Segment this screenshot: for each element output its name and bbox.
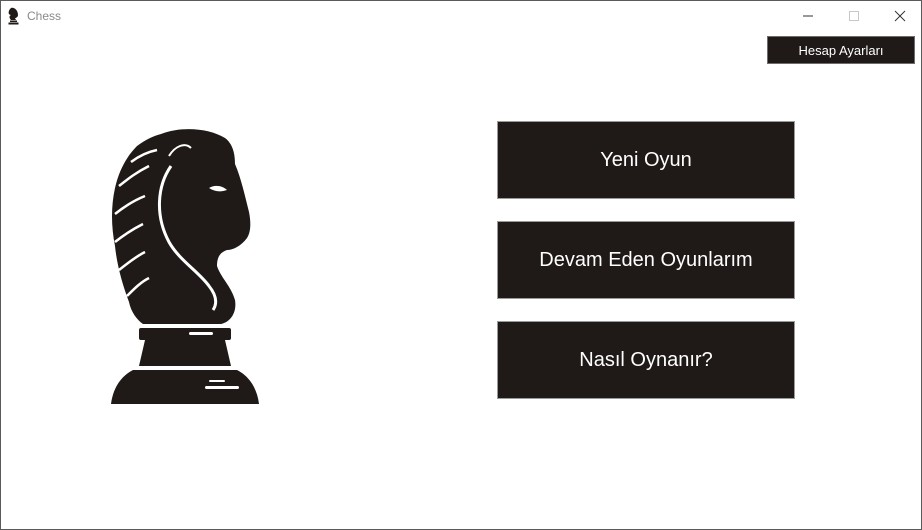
new-game-button[interactable]: Yeni Oyun bbox=[497, 121, 795, 199]
chess-knight-logo bbox=[109, 126, 261, 408]
title-bar[interactable]: Chess bbox=[1, 1, 921, 31]
how-to-play-button[interactable]: Nasıl Oynanır? bbox=[497, 321, 795, 399]
maximize-button[interactable] bbox=[831, 1, 877, 31]
minimize-button[interactable] bbox=[785, 1, 831, 31]
window-title: Chess bbox=[27, 9, 62, 23]
minimize-icon bbox=[803, 15, 813, 17]
close-button[interactable] bbox=[877, 1, 921, 31]
chess-knight-icon bbox=[6, 7, 22, 25]
app-window: Chess Hesap Ayarları Yeni Oyun Devam Ede… bbox=[0, 0, 922, 530]
account-settings-button[interactable]: Hesap Ayarları bbox=[767, 36, 915, 64]
maximize-icon bbox=[849, 11, 859, 21]
close-icon bbox=[894, 10, 906, 22]
ongoing-games-button[interactable]: Devam Eden Oyunlarım bbox=[497, 221, 795, 299]
